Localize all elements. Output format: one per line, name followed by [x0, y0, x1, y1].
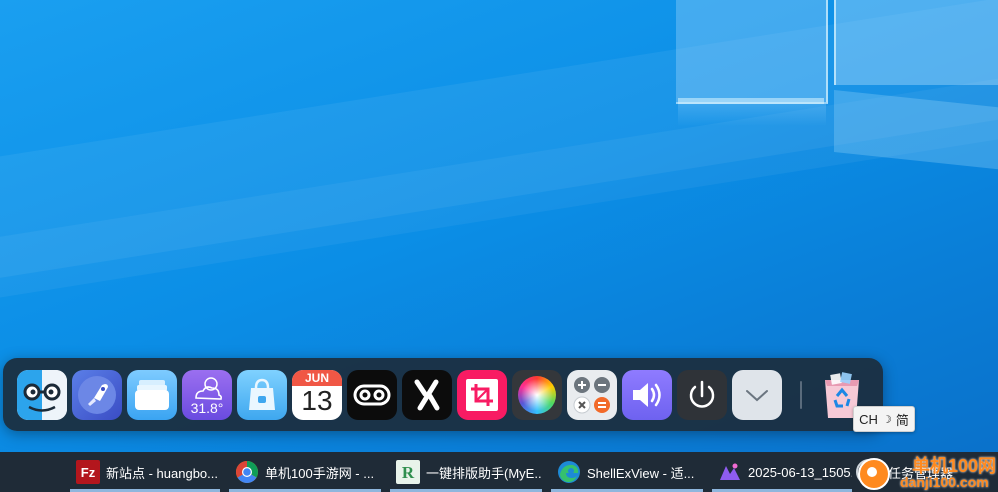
svg-text:Fz: Fz [81, 465, 96, 480]
taskbar-item-filezilla[interactable]: Fz 新站点 - huangbo... [70, 452, 220, 492]
watermark-line2: danji100.com [900, 474, 989, 490]
taskbar-item-label: 新站点 - huangbo... [106, 465, 218, 481]
site-watermark: 单机100网 danji100.com [850, 452, 998, 492]
taskbar-item-label: ShellExView - 适... [587, 465, 695, 481]
taskbar-item-label: 一键排版助手(MyE... [426, 465, 542, 481]
taskbar-item-label: 单机100手游网 - ... [265, 465, 375, 481]
app-dock: 31.8° JUN 13 [3, 358, 883, 431]
chevron-down-icon [746, 390, 768, 402]
dock-app-calendar[interactable]: JUN 13 [292, 370, 342, 420]
ime-indicator[interactable]: CH ☽ 简 [853, 406, 915, 432]
calendar-month: JUN [304, 371, 329, 385]
taskbar-item-image[interactable]: 2025-06-13_1505... [712, 452, 852, 492]
dock-app-calculator[interactable] [567, 370, 617, 420]
taskbar-item-chrome[interactable]: 单机100手游网 - ... [229, 452, 381, 492]
ime-language: CH [859, 411, 878, 427]
taskbar-item-shellexview[interactable]: ShellExView - 适... [551, 452, 703, 492]
svg-text:R: R [402, 463, 415, 482]
finder-face-icon [17, 370, 67, 420]
dock-app-percent[interactable] [402, 370, 452, 420]
dock-app-store[interactable] [237, 370, 287, 420]
crop-icon [466, 379, 498, 411]
moon-icon: ☽ [881, 413, 892, 426]
dock-app-volume[interactable] [622, 370, 672, 420]
calculator-icon [573, 377, 610, 414]
dock-more-button[interactable] [732, 370, 782, 420]
power-icon [689, 380, 715, 408]
taskbar-item-typesetter[interactable]: R 一键排版助手(MyE... [390, 452, 542, 492]
dock-app-launcher[interactable] [72, 370, 122, 420]
ime-mode: 简 [895, 412, 909, 428]
dock-separator [800, 381, 802, 409]
volume-icon [633, 383, 661, 407]
taskbar: Fz 新站点 - huangbo... 单机100手游网 - ... R 一键排… [0, 452, 998, 492]
dock-app-files[interactable] [127, 370, 177, 420]
store-bag-icon [249, 378, 275, 410]
filezilla-icon: Fz [76, 460, 100, 484]
edge-icon [558, 461, 580, 483]
percent-icon [414, 379, 440, 411]
dock-app-power[interactable] [677, 370, 727, 420]
taskbar-item-label: 2025-06-13_1505... [748, 464, 852, 480]
typesetter-icon: R [396, 460, 420, 484]
image-editor-icon [720, 463, 740, 480]
chrome-icon [236, 461, 258, 483]
weather-temperature: 31.8° [190, 400, 224, 416]
dock-app-finder[interactable] [17, 370, 67, 420]
reel-icon [353, 384, 391, 406]
dock-app-crop[interactable] [457, 370, 507, 420]
dock-app-colors[interactable] [512, 370, 562, 420]
dock-app-reel[interactable] [347, 370, 397, 420]
calendar-day: 13 [301, 385, 333, 416]
dock-app-weather[interactable]: 31.8° [182, 370, 232, 420]
files-icon [135, 380, 169, 410]
rocket-launcher-icon [78, 376, 116, 414]
